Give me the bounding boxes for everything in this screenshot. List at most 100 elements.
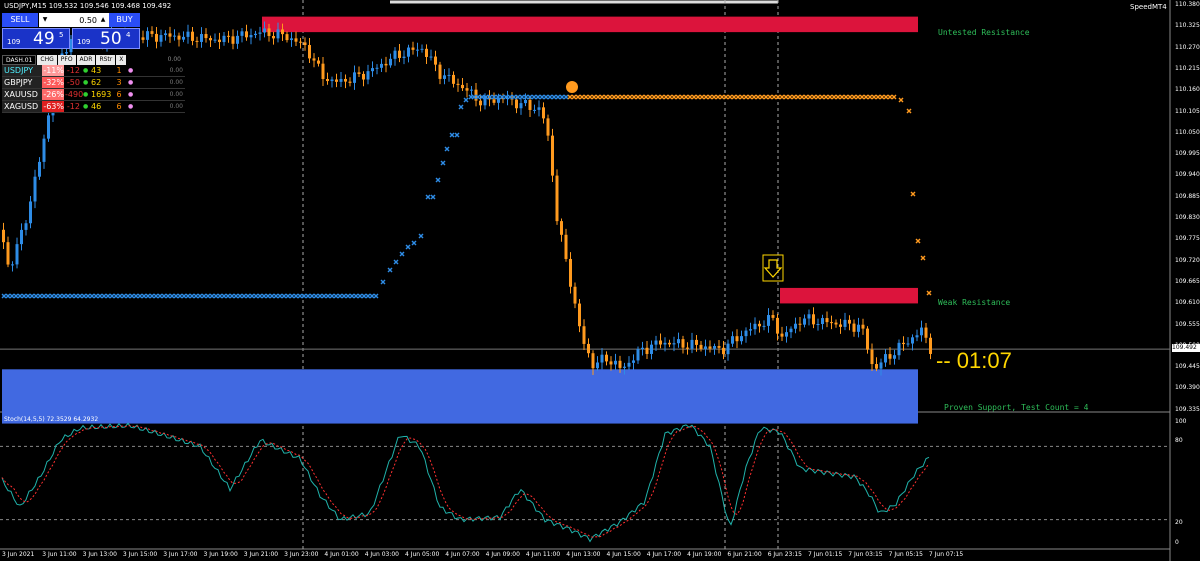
bid-price-button[interactable]: 109 49 5: [2, 28, 70, 49]
cross-marker: [285, 293, 291, 299]
cross-marker: [507, 94, 513, 100]
ask-price-button[interactable]: 109 50 4: [72, 28, 140, 49]
candle-body: [767, 315, 770, 326]
pink-dot-icon: ●: [128, 91, 134, 98]
candle-body: [564, 234, 568, 259]
candle-body: [177, 35, 181, 40]
candle-body: [236, 35, 239, 44]
stoch-main-line: [1, 422, 930, 543]
cross-marker: [823, 94, 829, 100]
signal-dot-icon: [566, 81, 578, 93]
cross-marker: [747, 94, 753, 100]
cross-marker: [329, 293, 335, 299]
candle-body: [677, 339, 680, 344]
cross-marker: [815, 94, 821, 100]
cross-marker: [599, 94, 605, 100]
lot-increase-icon[interactable]: ▲: [98, 13, 108, 27]
row-rstr: 1: [116, 66, 122, 75]
col-adr[interactable]: ADR: [76, 55, 96, 65]
candle-body: [434, 56, 437, 65]
candle-body: [285, 34, 289, 41]
row-adr: 1693: [91, 90, 112, 99]
candle-body: [587, 343, 590, 354]
row-symbol[interactable]: USDJPY: [2, 65, 42, 76]
candle-body: [461, 84, 464, 89]
row-pfo: -12: [66, 66, 80, 75]
row-symbol[interactable]: XAGUSD: [2, 101, 42, 112]
row-symbol[interactable]: GBPJPY: [2, 77, 42, 88]
candle-body: [65, 52, 68, 54]
cross-marker: [535, 94, 541, 100]
cross-marker: [887, 94, 893, 100]
candle-body: [821, 318, 824, 324]
cross-marker: [651, 94, 657, 100]
cross-marker: [831, 94, 837, 100]
candle-body: [2, 229, 5, 243]
candle-body: [357, 72, 361, 74]
sell-button[interactable]: SELL: [2, 13, 38, 27]
time-tick: 4 Jun 15:00: [606, 551, 641, 558]
cross-marker: [891, 94, 897, 100]
dashboard-row: XAGUSD -63% -12 ● 46 6 ● 0.00: [2, 101, 185, 113]
col-chg[interactable]: CHG: [37, 55, 57, 65]
cross-marker: [679, 94, 685, 100]
candle-body: [200, 34, 203, 42]
candle-body: [443, 75, 446, 79]
cross-marker: [345, 293, 351, 299]
col-rstr[interactable]: RStr: [96, 55, 116, 65]
cross-marker: [867, 94, 873, 100]
cross-marker: [659, 94, 665, 100]
candle-body: [632, 360, 635, 363]
time-tick: 3 Jun 13:00: [82, 551, 117, 558]
lot-decrease-icon[interactable]: ▼: [40, 13, 50, 27]
time-tick: 3 Jun 17:00: [163, 551, 198, 558]
cross-marker: [871, 94, 877, 100]
cross-marker: [639, 94, 645, 100]
row-pfo: -12: [66, 102, 80, 111]
cross-marker: [619, 94, 625, 100]
cross-marker: [623, 94, 629, 100]
time-tick: 7 Jun 03:15: [848, 551, 883, 558]
col-pfo[interactable]: PFO: [57, 55, 76, 65]
speedmt4-label: SpeedMT4: [1130, 3, 1167, 11]
cross-marker: [719, 94, 725, 100]
cross-marker: [221, 293, 227, 299]
dashboard-close-icon[interactable]: X: [116, 55, 127, 65]
row-symbol[interactable]: XAUUSD: [2, 89, 42, 100]
candle-body: [456, 83, 460, 85]
cross-marker: [663, 94, 669, 100]
cross-marker: [85, 293, 91, 299]
price-tick: 109.885: [1175, 192, 1200, 200]
candle-body: [402, 56, 406, 58]
cross-marker: [349, 293, 355, 299]
dashboard-row: USDJPY -11% -12 ● 43 1 ● 0.00: [2, 65, 185, 77]
lot-size-input[interactable]: [51, 13, 97, 27]
candle-body: [789, 328, 793, 333]
cross-marker: [731, 94, 737, 100]
cross-marker: [1, 293, 7, 299]
time-tick: 7 Jun 05:15: [888, 551, 923, 558]
cross-marker: [910, 191, 916, 197]
cross-marker: [751, 94, 757, 100]
price-tick: 109.940: [1175, 171, 1200, 179]
cross-marker: [579, 94, 585, 100]
row-chg: -26%: [42, 89, 64, 100]
cross-marker: [755, 94, 761, 100]
cross-marker: [743, 94, 749, 100]
cross-marker: [411, 240, 417, 246]
cross-marker: [241, 293, 247, 299]
candle-body: [155, 33, 158, 42]
candle-body: [875, 364, 878, 369]
candle-body: [551, 135, 554, 176]
time-tick: 3 Jun 19:00: [203, 551, 238, 558]
buy-button[interactable]: BUY: [109, 13, 140, 27]
price-tick: 109.390: [1175, 384, 1200, 392]
candle-body: [353, 72, 356, 83]
candle-body: [141, 37, 145, 40]
cross-marker: [607, 94, 613, 100]
candle-body: [866, 328, 869, 350]
candle-body: [623, 366, 626, 368]
candle-body: [276, 29, 280, 39]
candle-body: [897, 342, 901, 356]
candle-body: [722, 347, 725, 355]
